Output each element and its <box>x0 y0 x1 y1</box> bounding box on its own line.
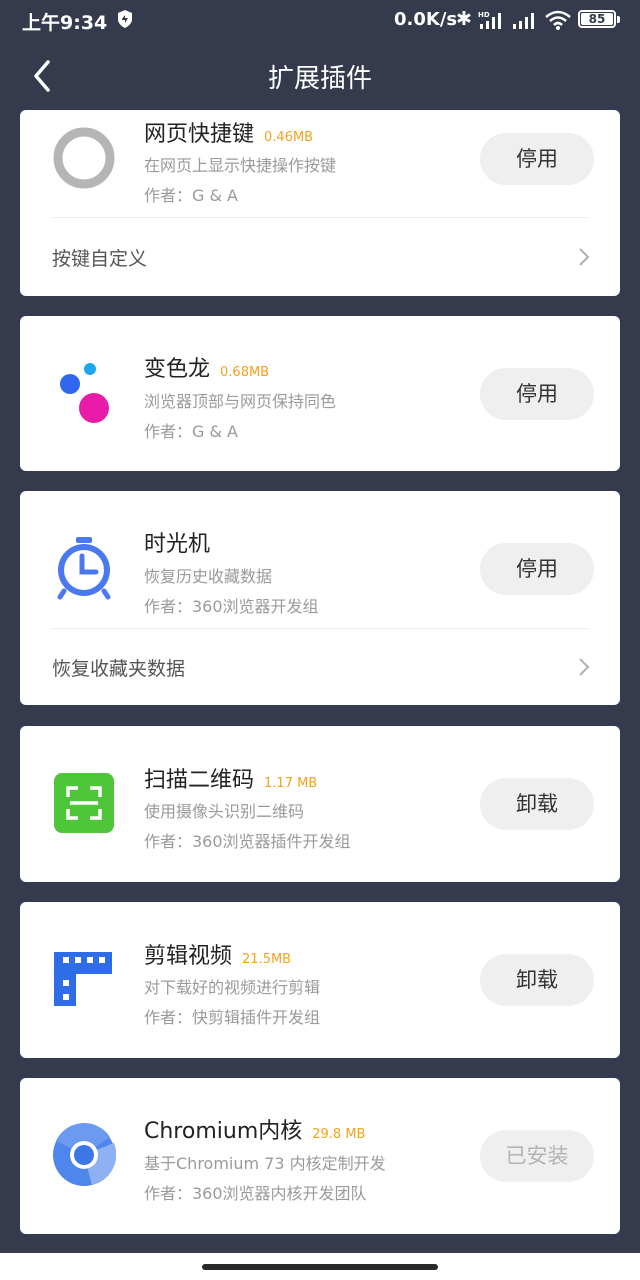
plugin-size: 21.5MB <box>242 952 292 967</box>
wifi-icon <box>545 10 571 30</box>
ring-icon <box>53 127 115 189</box>
installed-button: 已安装 <box>480 1130 594 1182</box>
plugin-desc: 对下载好的视频进行剪辑 <box>144 978 321 997</box>
plugin-size: 0.68MB <box>220 365 270 380</box>
network-speed: 0.0K/s <box>394 9 458 30</box>
plugin-author: 作者：G & A <box>144 186 238 205</box>
disable-button[interactable]: 停用 <box>480 368 594 420</box>
plugin-name: 扫描二维码 1.17 MB <box>144 762 317 794</box>
plugin-card-qr-scan: 扫描二维码 1.17 MB 使用摄像头识别二维码 作者：360浏览器插件开发组 卸… <box>20 726 620 882</box>
plugin-name: 变色龙 0.68MB <box>144 351 269 383</box>
plugin-card-time-machine: 时光机 恢复历史收藏数据 作者：360浏览器开发组 停用 恢复收藏夹数据 <box>20 491 620 705</box>
nav-bar: 扩展插件 <box>0 40 640 110</box>
customize-keys-row[interactable]: 按键自定义 <box>20 218 620 296</box>
plugin-name: 剪辑视频 21.5MB <box>144 938 291 970</box>
plugin-author: 作者：360浏览器开发组 <box>144 597 319 616</box>
plugin-desc: 基于Chromium 73 内核定制开发 <box>144 1154 386 1173</box>
dots-icon <box>60 363 109 423</box>
plugin-author: 作者：G & A <box>144 422 238 441</box>
chevron-right-icon <box>579 658 590 676</box>
signal-hd-icon: HD <box>478 11 501 29</box>
home-indicator[interactable] <box>202 1264 438 1270</box>
signal-icon <box>513 13 534 29</box>
plugin-name-text: 时光机 <box>144 532 211 557</box>
sub-row-label: 恢复收藏夹数据 <box>52 658 186 680</box>
restore-favorites-row[interactable]: 恢复收藏夹数据 <box>20 628 620 705</box>
plugin-desc: 使用摄像头识别二维码 <box>144 802 305 821</box>
disable-button[interactable]: 停用 <box>480 543 594 595</box>
plugin-name-text: Chromium内核 <box>144 1119 303 1144</box>
plugin-card-shortcut-keys: 网页快捷键 0.46MB 在网页上显示快捷操作按键 作者：G & A 停用 按键自… <box>20 110 620 296</box>
alarm-clock-icon <box>57 537 111 600</box>
plugin-author: 作者：快剪辑插件开发组 <box>144 1008 321 1027</box>
plugin-name: 网页快捷键 0.46MB <box>144 116 313 148</box>
plugin-card-chromium: Chromium内核 29.8 MB 基于Chromium 73 内核定制开发 作… <box>20 1078 620 1234</box>
battery-icon: 85 <box>578 10 620 28</box>
qr-scan-icon <box>54 773 114 833</box>
plugin-name-text: 扫描二维码 <box>144 768 255 793</box>
uninstall-button[interactable]: 卸载 <box>480 954 594 1006</box>
plugin-desc: 浏览器顶部与网页保持同色 <box>144 392 337 411</box>
plugin-size: 1.17 MB <box>264 776 318 791</box>
battery-level: 85 <box>588 12 606 26</box>
plugin-author: 作者：360浏览器内核开发团队 <box>144 1184 367 1203</box>
plugin-name: 时光机 <box>144 526 210 558</box>
plugin-name-text: 变色龙 <box>144 357 211 382</box>
uninstall-button[interactable]: 卸载 <box>480 778 594 830</box>
plugin-card-chameleon: 变色龙 0.68MB 浏览器顶部与网页保持同色 作者：G & A 停用 <box>20 316 620 471</box>
plugin-desc: 在网页上显示快捷操作按键 <box>144 156 337 175</box>
plugin-name: Chromium内核 29.8 MB <box>144 1113 365 1145</box>
plugin-name-text: 剪辑视频 <box>144 944 233 969</box>
chevron-right-icon <box>579 248 590 266</box>
chromium-icon <box>53 1123 116 1186</box>
svg-text:HD: HD <box>478 11 490 19</box>
disable-button[interactable]: 停用 <box>480 133 594 185</box>
plugin-size: 29.8 MB <box>312 1127 366 1142</box>
bluetooth-icon: ✱ <box>456 8 472 30</box>
plugin-name-text: 网页快捷键 <box>144 122 255 147</box>
film-strip-icon <box>54 952 112 1006</box>
plugin-size: 0.46MB <box>264 130 314 145</box>
sub-row-label: 按键自定义 <box>52 248 148 270</box>
plugin-author: 作者：360浏览器插件开发组 <box>144 832 351 851</box>
page-title: 扩展插件 <box>267 64 372 94</box>
shield-icon <box>118 10 132 28</box>
plugin-card-video-edit: 剪辑视频 21.5MB 对下载好的视频进行剪辑 作者：快剪辑插件开发组 卸载 <box>20 902 620 1058</box>
plugin-desc: 恢复历史收藏数据 <box>144 567 273 586</box>
status-bar: 上午9:34 0.0K/s ✱ HD 85 <box>0 0 640 40</box>
status-time: 上午9:34 <box>22 12 108 34</box>
